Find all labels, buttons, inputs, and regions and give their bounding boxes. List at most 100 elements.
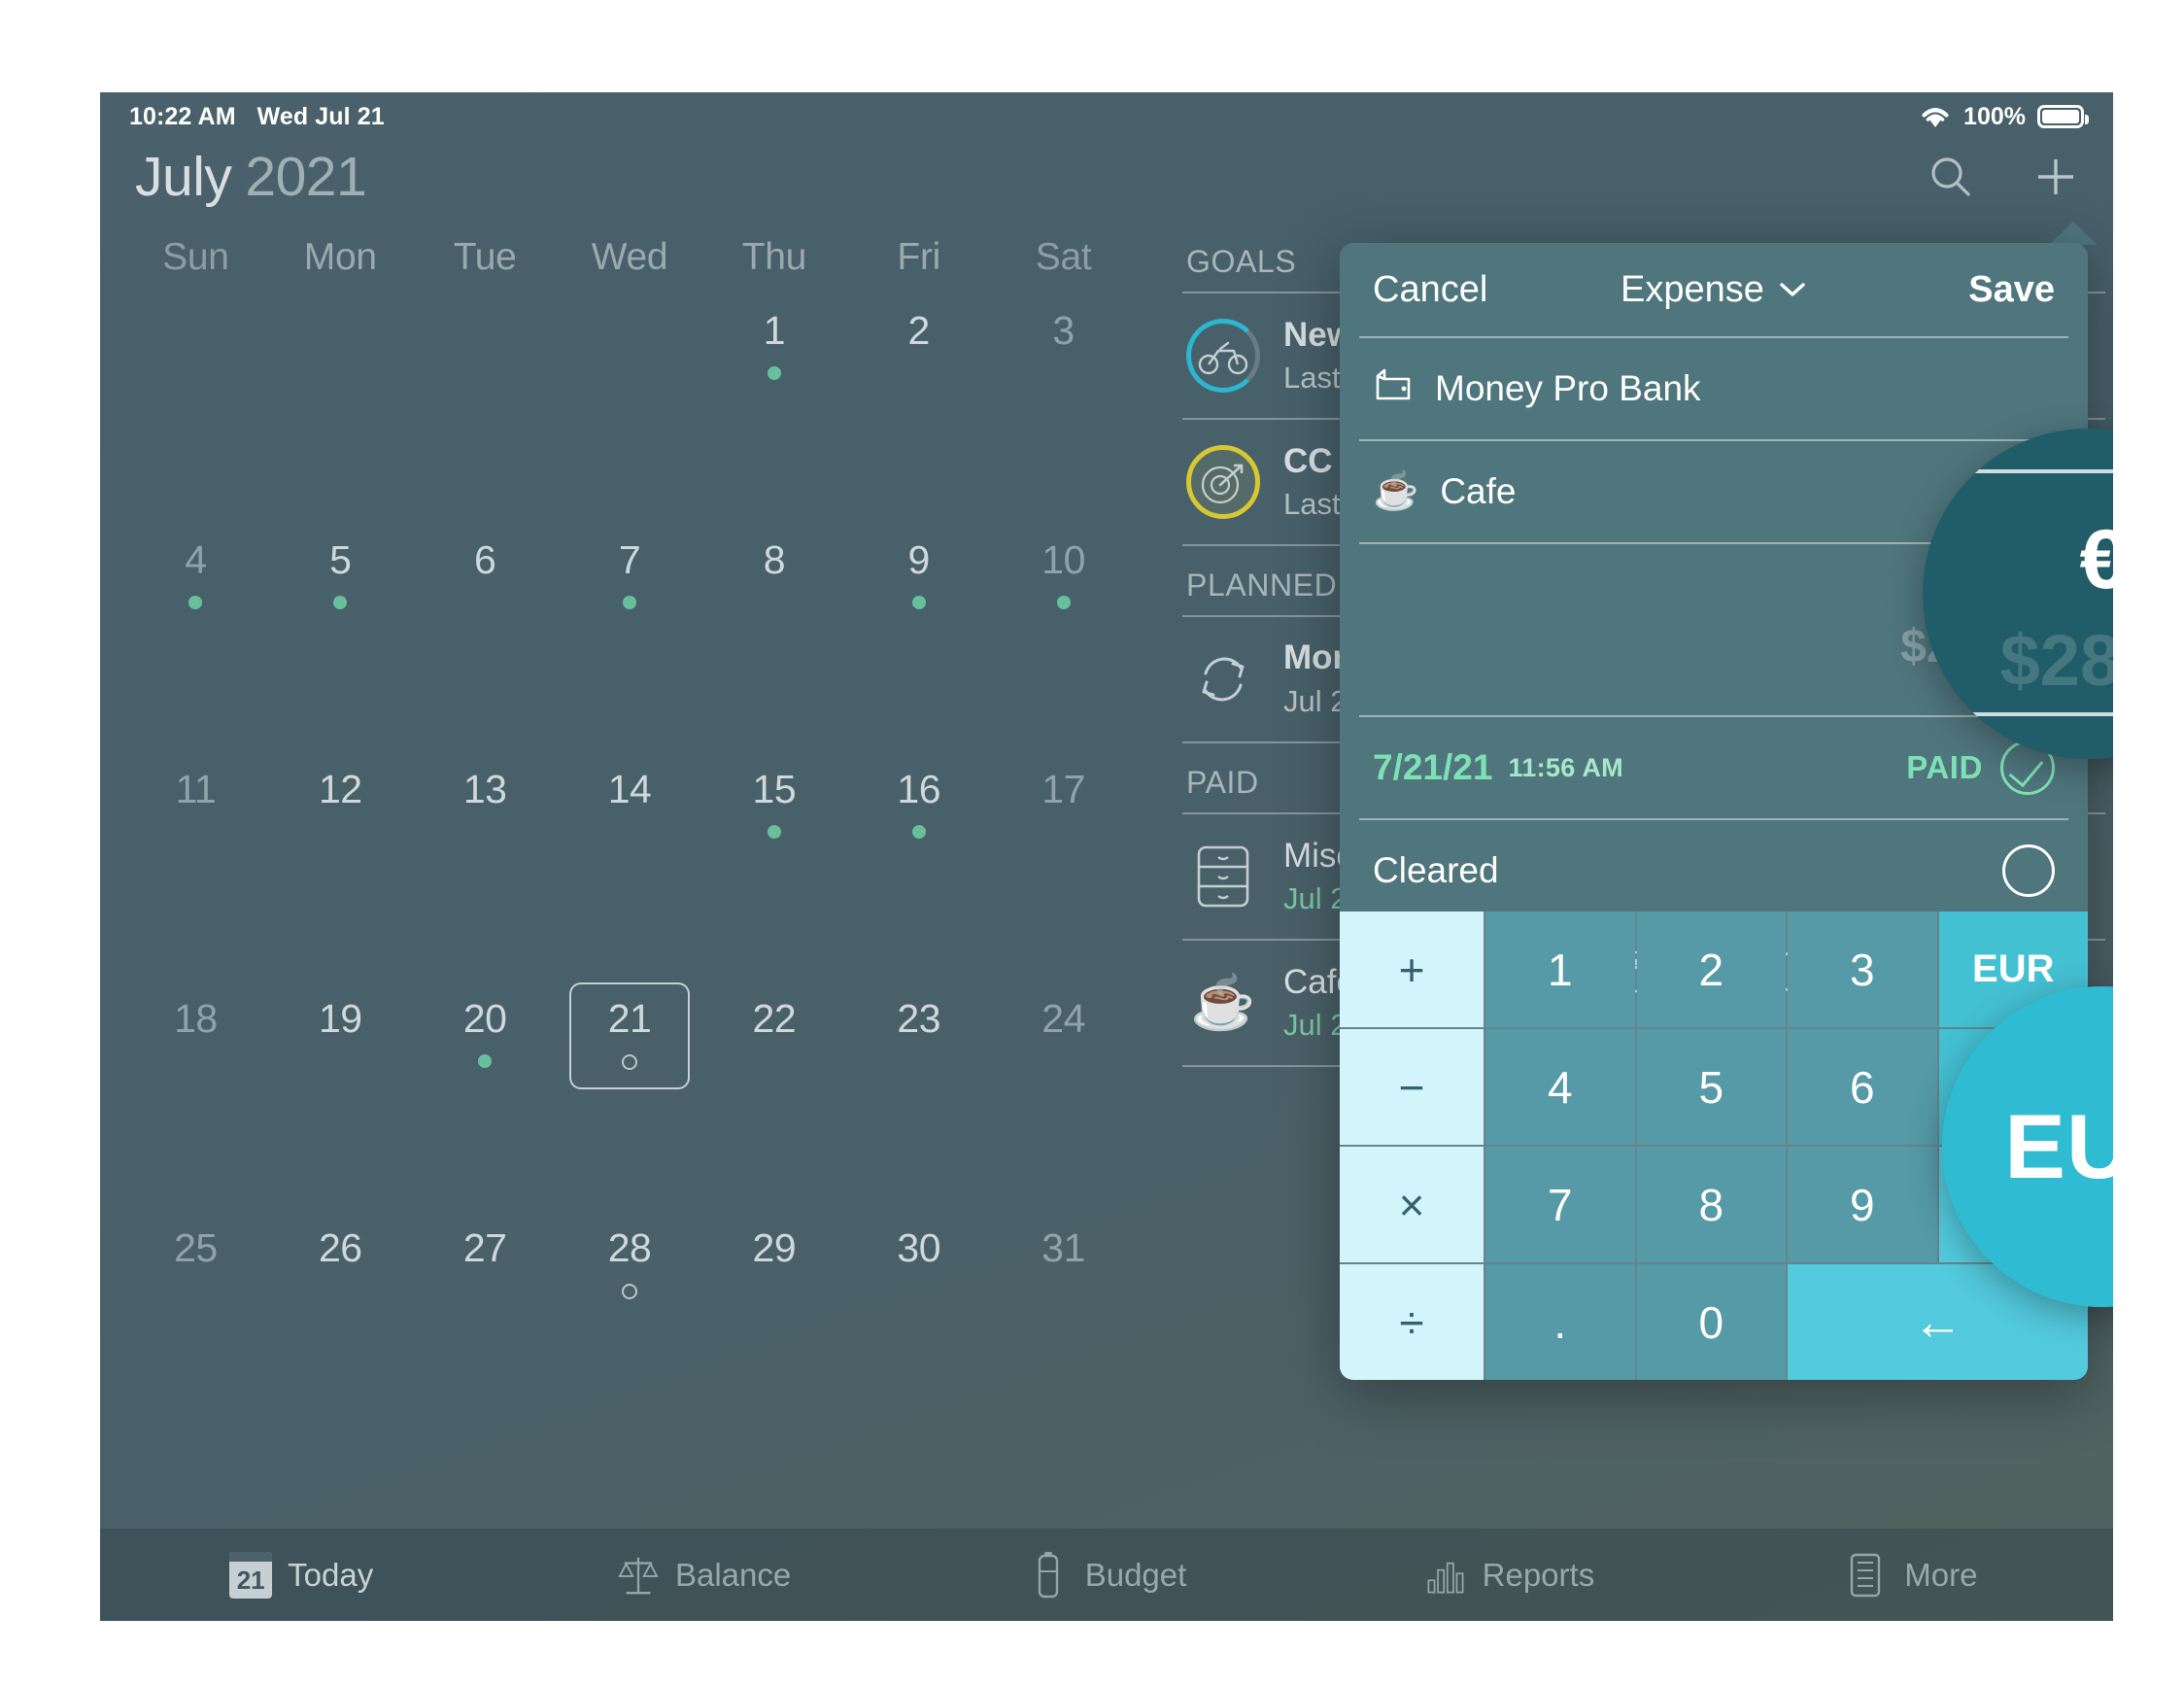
status-date: Wed Jul 21 bbox=[256, 102, 385, 130]
day-number: 22 bbox=[752, 996, 797, 1041]
tab-label: Balance bbox=[674, 1556, 792, 1593]
key-4[interactable]: 4 bbox=[1485, 1029, 1635, 1145]
tab-today[interactable]: 21 Today bbox=[100, 1551, 502, 1599]
key-0[interactable]: 0 bbox=[1636, 1264, 1786, 1380]
paid-label: PAID bbox=[1906, 749, 1983, 785]
account-field[interactable]: Money Pro Bank bbox=[1340, 338, 2088, 439]
calendar-day-20[interactable]: 20 bbox=[413, 981, 558, 1210]
day-number: 9 bbox=[907, 537, 931, 582]
day-event-dot bbox=[1056, 596, 1071, 609]
weekday-sat: Sat bbox=[1035, 236, 1092, 278]
bottom-tab-bar: 21 Today Balance Budget Reports More bbox=[100, 1529, 2113, 1621]
calendar-day-16[interactable]: 16 bbox=[846, 751, 991, 981]
key-2[interactable]: 2 bbox=[1636, 912, 1786, 1027]
cleared-checkbox[interactable] bbox=[2002, 844, 2055, 897]
day-event-dot bbox=[333, 596, 348, 609]
day-number: 2 bbox=[907, 308, 931, 353]
day-event-dot bbox=[622, 596, 636, 609]
tab-budget[interactable]: Budget bbox=[905, 1551, 1308, 1599]
day-number: 12 bbox=[318, 767, 362, 811]
calendar-day-8[interactable]: 8 bbox=[701, 522, 846, 751]
calendar-day-25[interactable]: 25 bbox=[123, 1210, 268, 1439]
calendar-day-14[interactable]: 14 bbox=[558, 751, 702, 981]
calendar-day-10[interactable]: 10 bbox=[991, 522, 1136, 751]
cleared-label: Cleared bbox=[1373, 850, 1499, 890]
calendar-day-28[interactable]: 28 bbox=[558, 1210, 702, 1439]
tab-balance[interactable]: Balance bbox=[502, 1552, 904, 1599]
calendar-day-18[interactable]: 18 bbox=[123, 981, 268, 1210]
motorbike-icon bbox=[1186, 319, 1260, 393]
calendar-day-12[interactable]: 12 bbox=[268, 751, 413, 981]
key-divide[interactable]: ÷ bbox=[1340, 1264, 1484, 1380]
day-event-dot bbox=[911, 825, 926, 839]
calendar-day-3[interactable]: 3 bbox=[991, 293, 1136, 522]
day-event-dot bbox=[767, 366, 781, 380]
calendar-day-empty bbox=[558, 293, 702, 522]
save-button[interactable]: Save bbox=[1968, 269, 2055, 311]
coffee-icon: ☕ bbox=[1373, 471, 1419, 512]
battery-icon bbox=[1027, 1551, 1070, 1599]
calendar-day-9[interactable]: 9 bbox=[846, 522, 991, 751]
calendar-day-27[interactable]: 27 bbox=[413, 1210, 558, 1439]
day-number: 18 bbox=[174, 996, 218, 1041]
calendar-day-4[interactable]: 4 bbox=[123, 522, 268, 751]
calendar-day-1[interactable]: 1 bbox=[701, 293, 846, 522]
tab-reports[interactable]: Reports bbox=[1308, 1552, 1710, 1599]
day-number: 23 bbox=[897, 996, 941, 1041]
search-icon[interactable] bbox=[1928, 155, 1973, 199]
weekday-mon: Mon bbox=[303, 236, 377, 278]
key-7[interactable]: 7 bbox=[1485, 1147, 1635, 1262]
day-event-dot bbox=[478, 1054, 493, 1068]
calendar-day-15[interactable]: 15 bbox=[701, 751, 846, 981]
calendar-day-11[interactable]: 11 bbox=[123, 751, 268, 981]
calendar-day-29[interactable]: 29 bbox=[701, 1210, 846, 1439]
calendar-day-30[interactable]: 30 bbox=[846, 1210, 991, 1439]
coffee-icon: ☕ bbox=[1190, 973, 1256, 1032]
category-label: Cafe bbox=[1440, 471, 1517, 511]
key-8[interactable]: 8 bbox=[1636, 1147, 1786, 1262]
day-number: 29 bbox=[752, 1225, 797, 1270]
tab-more[interactable]: More bbox=[1711, 1552, 2113, 1599]
day-number: 21 bbox=[607, 996, 652, 1041]
date-paid-row[interactable]: 7/21/21 11:56 AM PAID bbox=[1340, 717, 2088, 818]
list-icon bbox=[1846, 1552, 1889, 1599]
key-3[interactable]: 3 bbox=[1788, 912, 1937, 1027]
cabinet-icon bbox=[1186, 840, 1260, 913]
key-plus[interactable]: + bbox=[1340, 912, 1484, 1027]
day-number: 26 bbox=[318, 1225, 362, 1270]
calendar-day-13[interactable]: 13 bbox=[413, 751, 558, 981]
key-5[interactable]: 5 bbox=[1636, 1029, 1786, 1145]
calendar-day-17[interactable]: 17 bbox=[991, 751, 1136, 981]
cancel-button[interactable]: Cancel bbox=[1373, 269, 1487, 311]
calendar-day-31[interactable]: 31 bbox=[991, 1210, 1136, 1439]
calendar-day-5[interactable]: 5 bbox=[268, 522, 413, 751]
calendar-day-26[interactable]: 26 bbox=[268, 1210, 413, 1439]
weekday-fri: Fri bbox=[897, 236, 940, 278]
key-multiply[interactable]: × bbox=[1340, 1147, 1484, 1262]
day-number: 7 bbox=[618, 537, 641, 582]
key-decimal[interactable]: . bbox=[1485, 1264, 1635, 1380]
plus-icon[interactable] bbox=[2033, 155, 2078, 199]
calendar-day-6[interactable]: 6 bbox=[413, 522, 558, 751]
calendar-panel: Sun Mon Tue Wed Thu Fri Sat 1 2 3 4 5 6 7 8 9 10 1… bbox=[100, 215, 1159, 1529]
calendar-day-24[interactable]: 24 bbox=[991, 981, 1136, 1210]
calendar-day-19[interactable]: 19 bbox=[268, 981, 413, 1210]
battery-icon bbox=[2037, 105, 2089, 128]
day-number: 4 bbox=[185, 537, 207, 582]
transaction-time: 11:56 AM bbox=[1508, 752, 1623, 782]
key-6[interactable]: 6 bbox=[1788, 1029, 1937, 1145]
day-number: 3 bbox=[1052, 308, 1075, 353]
key-1[interactable]: 1 bbox=[1485, 912, 1635, 1027]
day-number: 30 bbox=[897, 1225, 941, 1270]
cleared-row[interactable]: Cleared bbox=[1340, 820, 2088, 921]
calendar-day-22[interactable]: 22 bbox=[701, 981, 846, 1210]
calendar-day-7[interactable]: 7 bbox=[558, 522, 702, 751]
calendar-grid: 1 2 3 4 5 6 7 8 9 10 11 12 13 14 15 16 17 18 19 20 21 22 23 24 2… bbox=[123, 293, 1136, 1439]
weekday-sun: Sun bbox=[162, 236, 229, 278]
calendar-day-23[interactable]: 23 bbox=[846, 981, 991, 1210]
key-minus[interactable]: − bbox=[1340, 1029, 1484, 1145]
day-number: 15 bbox=[752, 767, 797, 811]
key-9[interactable]: 9 bbox=[1788, 1147, 1937, 1262]
calendar-day-21[interactable]: 21 bbox=[558, 981, 702, 1210]
calendar-day-2[interactable]: 2 bbox=[846, 293, 991, 522]
